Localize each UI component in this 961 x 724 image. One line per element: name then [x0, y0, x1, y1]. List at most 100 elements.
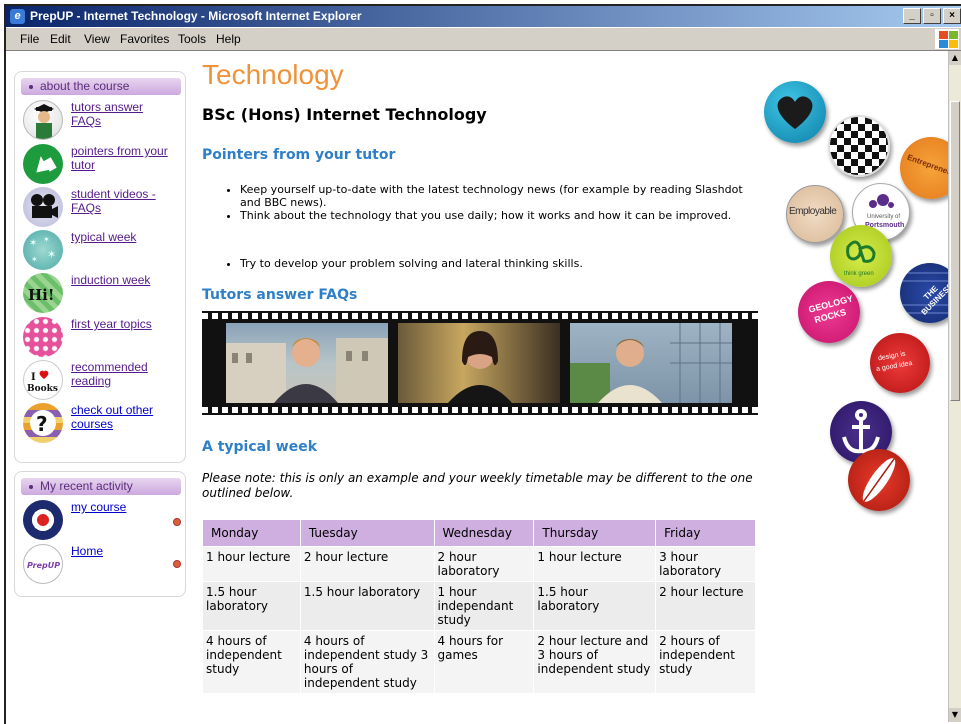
graduate-icon	[23, 100, 63, 140]
menu-favorites[interactable]: Favorites	[120, 28, 169, 50]
about-course-title: about the course	[40, 79, 130, 93]
books-icon: I Books	[23, 360, 63, 400]
table-row: 1 hour lecture 2 hour lecture 2 hour lab…	[202, 546, 756, 582]
sidebar-item-other-courses[interactable]: ? check out other courses	[23, 403, 183, 445]
vertical-scrollbar[interactable]: ▲ ▼	[948, 51, 961, 722]
video-thumbnail-2[interactable]	[398, 323, 560, 403]
sidebar-link-other-courses[interactable]: check out other courses	[71, 403, 171, 431]
table-cell: 1 hour lecture	[533, 546, 657, 582]
table-row: 1.5 hour laboratory 1.5 hour laboratory …	[202, 581, 756, 631]
scroll-thumb[interactable]	[950, 101, 960, 401]
pointers-list-2: Try to develop your problem solving and …	[226, 257, 760, 270]
column-header: Thursday	[533, 519, 657, 547]
table-header-row: Monday Tuesday Wednesday Thursday Friday	[202, 519, 756, 547]
svg-text:Books: Books	[27, 384, 58, 394]
sidebar-item-recommended-reading[interactable]: I Books recommended reading	[23, 360, 183, 402]
sidebar-link-typical-week[interactable]: typical week	[71, 230, 171, 244]
the-business-badge-icon: THE BUSINESS	[900, 263, 951, 323]
column-header: Tuesday	[299, 519, 435, 547]
windows-logo-icon	[935, 29, 959, 49]
list-item: Keep yourself up-to-date with the latest…	[240, 183, 760, 209]
sidebar-link-induction-week[interactable]: induction week	[71, 273, 171, 287]
remove-icon[interactable]	[173, 518, 181, 526]
maximize-button[interactable]: ▫	[923, 8, 941, 24]
tutor-video-filmstrip[interactable]	[202, 311, 758, 415]
sidebar-link-recommended-reading[interactable]: recommended reading	[71, 360, 171, 388]
badge-text: Entrepreneur	[905, 152, 951, 179]
sidebar-link-pointers[interactable]: pointers from your tutor	[71, 144, 171, 172]
prepup-icon: PrepUP	[23, 544, 63, 584]
question-icon: ?	[23, 403, 63, 443]
svg-text:✶: ✶	[47, 248, 56, 261]
sidebar-link-first-year-topics[interactable]: first year topics	[71, 317, 171, 331]
recent-activity-title: My recent activity	[40, 479, 133, 493]
table-cell: 1 hour independant study	[433, 581, 535, 631]
film-perforation	[202, 407, 758, 413]
activity-item-my-course[interactable]: my course	[23, 500, 183, 542]
svg-text:I: I	[31, 372, 36, 383]
think-green-badge-icon: think green	[830, 225, 892, 287]
table-cell: 3 hour laboratory	[655, 546, 756, 582]
sidebar-item-student-videos[interactable]: student videos -FAQs	[23, 187, 183, 229]
list-item: Think about the technology that you use …	[240, 209, 760, 222]
scroll-down-icon[interactable]: ▼	[949, 708, 961, 722]
design-badge-icon: design is a good idea	[870, 333, 930, 393]
menu-tools[interactable]: Tools	[178, 28, 206, 50]
svg-text:✶: ✶	[43, 235, 50, 244]
svg-text:Hi!: Hi!	[28, 286, 54, 304]
hi-icon: Hi!	[23, 273, 63, 313]
bullet-icon	[29, 484, 33, 489]
sidebar-item-typical-week[interactable]: ✶ ✶ ✶ ✶ typical week	[23, 230, 183, 272]
internet-explorer-icon: e	[10, 9, 25, 24]
badge-text: think green	[844, 271, 874, 277]
about-course-header: about the course	[21, 78, 181, 95]
sidebar-link-tutors-faqs[interactable]: tutors answer FAQs	[71, 100, 171, 128]
title-bar: e PrepUP - Internet Technology - Microso…	[6, 6, 961, 27]
browser-window: e PrepUP - Internet Technology - Microso…	[4, 4, 961, 724]
sidebar-item-pointers[interactable]: pointers from your tutor	[23, 144, 183, 186]
svg-text:?: ?	[36, 412, 48, 436]
pointers-list: Keep yourself up-to-date with the latest…	[226, 183, 760, 222]
sidebar-link-student-videos[interactable]: student videos -FAQs	[71, 187, 171, 215]
video-thumbnail-1[interactable]	[226, 323, 388, 403]
column-header: Friday	[655, 519, 756, 547]
table-cell: 1.5 hour laboratory	[533, 581, 657, 631]
menu-edit[interactable]: Edit	[50, 28, 71, 50]
film-camera-icon	[23, 187, 63, 227]
table-cell: 2 hour laboratory	[433, 546, 535, 582]
minimize-button[interactable]: _	[903, 8, 921, 24]
column-header: Wednesday	[433, 519, 535, 547]
table-cell: 1.5 hour laboratory	[202, 581, 301, 631]
page-content: about the course tutors answer FAQs poin…	[6, 51, 951, 722]
activity-item-home[interactable]: PrepUP Home	[23, 544, 183, 586]
recent-activity-panel: My recent activity my course PrepUP Home	[14, 471, 186, 597]
course-title: BSc (Hons) Internet Technology	[202, 105, 487, 124]
arrow-icon	[23, 144, 63, 184]
table-cell: 4 hours for games	[433, 630, 535, 694]
svg-text:✶: ✶	[31, 255, 38, 264]
remove-icon[interactable]	[173, 560, 181, 568]
column-header: Monday	[202, 519, 301, 547]
checkered-badge-icon	[828, 115, 890, 177]
polka-dot-icon	[23, 317, 63, 357]
timetable: Monday Tuesday Wednesday Thursday Friday…	[202, 519, 756, 694]
faq-heading: Tutors answer FAQs	[202, 287, 358, 303]
activity-link-home[interactable]: Home	[71, 544, 171, 558]
scroll-up-icon[interactable]: ▲	[949, 51, 961, 65]
table-cell: 1.5 hour laboratory	[299, 581, 435, 631]
sidebar-item-first-year-topics[interactable]: first year topics	[23, 317, 183, 359]
sidebar-item-tutors-faqs[interactable]: tutors answer FAQs	[23, 100, 183, 142]
window-title: PrepUP - Internet Technology - Microsoft…	[30, 9, 362, 23]
video-thumbnail-3[interactable]	[570, 323, 732, 403]
sidebar-item-induction-week[interactable]: Hi! induction week	[23, 273, 183, 315]
about-course-panel: about the course tutors answer FAQs poin…	[14, 71, 186, 463]
activity-link-my-course[interactable]: my course	[71, 500, 171, 514]
menu-help[interactable]: Help	[216, 28, 241, 50]
menu-file[interactable]: File	[20, 28, 39, 50]
menu-view[interactable]: View	[84, 28, 110, 50]
table-cell: 2 hour lecture	[655, 581, 756, 631]
table-cell: 2 hour lecture and 3 hours of independen…	[533, 630, 657, 694]
surfboard-badge-icon	[848, 449, 910, 511]
close-button[interactable]: ×	[943, 8, 961, 24]
target-icon	[23, 500, 63, 540]
